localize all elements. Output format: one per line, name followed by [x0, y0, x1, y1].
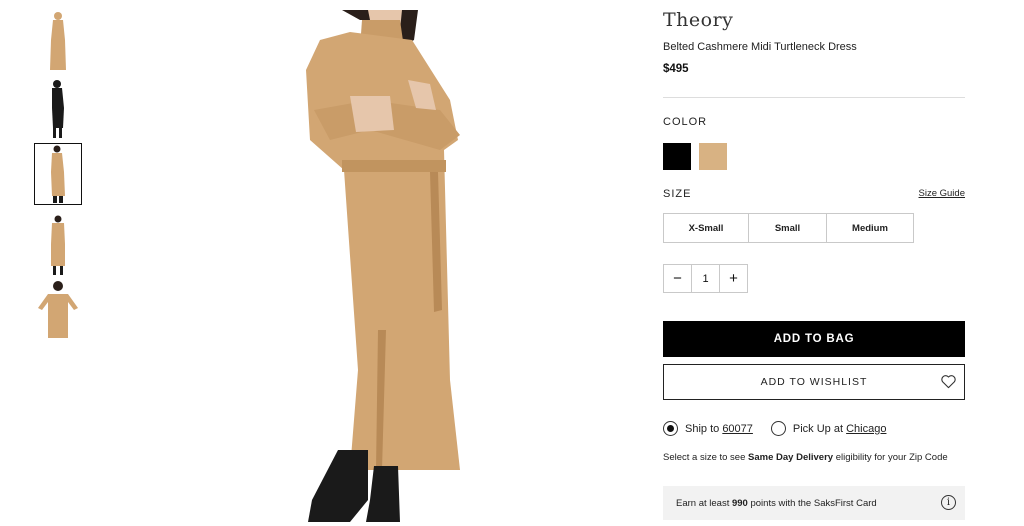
- color-label: COLOR: [663, 116, 708, 128]
- quantity-decrease-button[interactable]: −: [663, 264, 692, 293]
- thumbnail-image: [38, 281, 78, 338]
- size-guide-link[interactable]: Size Guide: [919, 188, 965, 199]
- ship-to-label: Ship to: [685, 422, 720, 435]
- size-option-x-small[interactable]: X-Small: [663, 213, 749, 243]
- thumbnail-1[interactable]: [34, 10, 82, 72]
- color-swatch-black[interactable]: [663, 143, 691, 170]
- pickup-label: Pick Up at: [792, 422, 844, 435]
- quantity-value[interactable]: 1: [691, 264, 720, 293]
- divider: [663, 97, 965, 98]
- quantity-increase-button[interactable]: +: [719, 264, 748, 293]
- thumbnail-image: [52, 80, 64, 138]
- add-to-bag-button[interactable]: ADD TO BAG: [663, 321, 965, 357]
- info-icon[interactable]: i: [941, 495, 956, 510]
- same-day-delivery-note: Select a size to see Same Day Delivery e…: [663, 452, 948, 463]
- saksfirst-rewards-banner: Earn at least 990 points with the SaksFi…: [663, 486, 965, 520]
- ship-to-radio[interactable]: [663, 421, 678, 436]
- product-name: Belted Cashmere Midi Turtleneck Dress: [663, 41, 857, 53]
- note-bold: Same Day Delivery: [748, 452, 834, 463]
- ship-to-zip-link[interactable]: 60077: [722, 423, 753, 435]
- main-product-image[interactable]: [290, 0, 480, 526]
- pickup-radio[interactable]: [770, 421, 786, 436]
- size-option-medium[interactable]: Medium: [826, 213, 914, 243]
- thumbnail-4[interactable]: [34, 214, 82, 276]
- note-prefix: Select a size to see: [663, 452, 746, 463]
- size-options: X-Small Small Medium: [663, 213, 914, 243]
- rewards-prefix: Earn at least: [676, 497, 730, 509]
- brand-name[interactable]: Theory: [663, 9, 733, 31]
- rewards-suffix: points with the SaksFirst Card: [750, 497, 877, 509]
- fulfillment-options: Ship to 60077 Pick Up at Chicago: [663, 421, 886, 436]
- pickup-store-link[interactable]: Chicago: [846, 423, 886, 435]
- thumbnail-image: [50, 12, 66, 70]
- add-to-wishlist-label: ADD TO WISHLIST: [760, 376, 868, 388]
- thumbnail-2[interactable]: [34, 78, 82, 140]
- thumbnail-image: [51, 215, 65, 275]
- add-to-wishlist-button[interactable]: ADD TO WISHLIST: [663, 364, 965, 400]
- size-label: SIZE: [663, 188, 692, 200]
- note-suffix: eligibility for your Zip Code: [835, 452, 948, 463]
- quantity-stepper: − 1 +: [663, 264, 748, 293]
- thumbnail-image: [51, 145, 65, 203]
- thumbnail-5[interactable]: [34, 278, 82, 340]
- dress-model-image: [306, 10, 460, 522]
- product-price: $495: [663, 63, 689, 75]
- color-swatch-camel[interactable]: [699, 143, 727, 170]
- size-option-small[interactable]: Small: [748, 213, 827, 243]
- rewards-points: 990: [731, 497, 748, 509]
- heart-icon: [941, 375, 956, 389]
- radio-selected-dot: [667, 425, 674, 432]
- thumbnail-3[interactable]: [34, 143, 82, 205]
